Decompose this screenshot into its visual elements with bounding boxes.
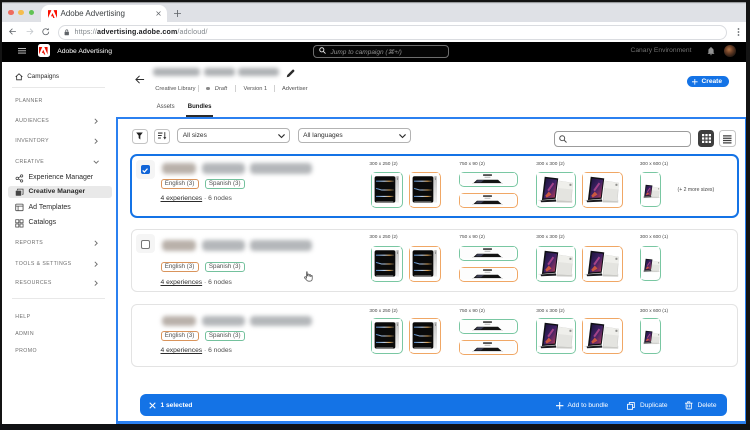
- svg-text:i: i: [397, 176, 398, 181]
- svg-text:i: i: [397, 250, 398, 255]
- svg-text:i: i: [435, 176, 436, 181]
- svg-text:i: i: [435, 322, 436, 327]
- svg-text:i: i: [397, 322, 398, 327]
- svg-text:i: i: [435, 250, 436, 255]
